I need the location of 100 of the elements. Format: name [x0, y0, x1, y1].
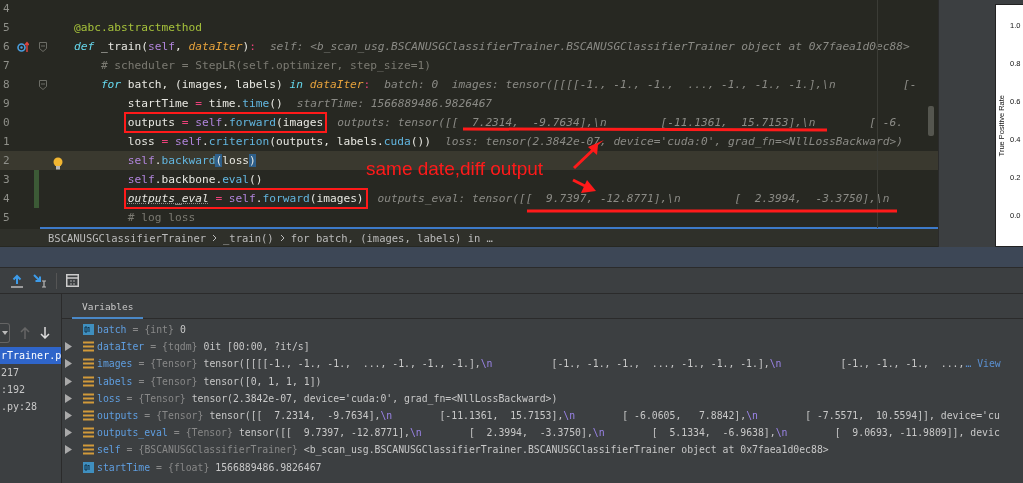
variables-tab[interactable]: Variables — [72, 301, 144, 319]
equals-sign: = — [132, 324, 139, 336]
code-text: for batch, (images, labels) in dataIter: — [100, 78, 371, 91]
code-text: self.backbone.eval() — [127, 173, 263, 186]
equals-sign: = — [126, 444, 133, 456]
variable-type: {tqdm} — [162, 341, 198, 353]
lightbulb-icon[interactable] — [53, 157, 63, 170]
code-text: # scheduler = StepLR(self.optimizer, step_size=1) — [100, 59, 431, 72]
override-icon[interactable] — [17, 40, 29, 53]
code-text: # log loss — [127, 211, 196, 224]
variable-type: {int} — [144, 324, 174, 336]
variable-value: tensor([0, 1, 1, 1]) — [203, 375, 322, 387]
breadcrumb[interactable]: _train() — [223, 231, 274, 244]
variable-type: {Tensor} — [150, 375, 198, 387]
variable-value: <b_scan_usg.BSCANUSGClassifierTrainer.BSCANUSGClassifierTrainer object at 0x7faea1d0ec88> — [303, 444, 829, 456]
down-arrow-icon[interactable] — [40, 327, 50, 339]
variable-name: startTime — [97, 461, 151, 473]
expand-arrow-icon[interactable] — [65, 376, 72, 386]
arrow — [572, 178, 596, 193]
run-to-cursor-icon[interactable] — [33, 273, 47, 288]
scrollbar[interactable] — [928, 106, 934, 136]
code-text: loss = self.criterion(outputs, labels.cuda()) — [127, 135, 431, 148]
equals-sign: = — [173, 427, 180, 439]
line-number: 6 — [2, 40, 11, 53]
inline-debug-value: outputs_eval: tensor([[ 9.7397, -12.8771],\n [ 2.3994, -3.3750],\n — [377, 192, 890, 205]
expand-arrow-icon[interactable] — [65, 342, 72, 352]
stack-frame[interactable]: 217 — [0, 364, 61, 381]
stack-frame[interactable]: :192 — [0, 381, 61, 398]
variable-value: tensor([[[[-1., -1., -1., ..., -1., -1., -1.],\n [-1., -1., -1., ..., -1., -1., -1.],\n [-1., -1., -1., ..., — [203, 358, 965, 370]
number-icon — [83, 461, 94, 473]
code-text: @abc.abstractmethod — [73, 21, 202, 34]
variable-type: {Tensor} — [185, 427, 233, 439]
variable-type: {Tensor} — [156, 410, 204, 422]
line-number: 5 — [2, 211, 11, 224]
expand-arrow-icon[interactable] — [65, 445, 72, 455]
line-number: 5 — [2, 21, 11, 34]
stack-icon — [83, 341, 94, 353]
equals-sign: = — [156, 461, 162, 473]
code-text: self.backward(loss) — [127, 154, 256, 167]
line-number: 1 — [2, 135, 11, 148]
thread-dropdown[interactable] — [0, 323, 10, 343]
breadcrumb[interactable]: BSCANUSGClassifierTrainer — [48, 231, 207, 244]
equals-sign: = — [138, 358, 145, 370]
code-text: startTime = time.time() — [127, 97, 283, 110]
variable-name: dataIter — [97, 341, 145, 353]
breadcrumb[interactable]: for batch, (images, labels) in … — [290, 231, 493, 244]
line-number: 4 — [2, 2, 11, 15]
expand-arrow-icon[interactable] — [65, 428, 72, 438]
fold-icon[interactable] — [39, 41, 47, 52]
line-number: 4 — [2, 192, 11, 205]
line-number: 8 — [2, 78, 11, 91]
line-number: 9 — [2, 97, 11, 110]
variable-name: images — [97, 358, 133, 370]
variable-name: self — [97, 444, 121, 456]
variable-type: {Tensor} — [150, 358, 198, 370]
inline-debug-value: self: <b_scan_usg.BSCANUSGClassifierTrainer.BSCANUSGClassifierTrainer object at 0x7faea1d0ec88> — [269, 40, 910, 53]
annotation-text: same date,diff output — [366, 158, 544, 180]
stack-icon — [83, 392, 94, 404]
line-number: 2 — [2, 154, 11, 167]
expand-arrow-icon[interactable] — [65, 411, 72, 421]
line-number: 7 — [2, 59, 11, 72]
dropdown-arrow-icon — [1, 331, 8, 335]
expand-arrow-icon[interactable] — [65, 393, 72, 403]
inline-debug-value: outputs: tensor([[ 7.2314, -9.7634],\n [-11.1361, 15.7153],\n [ -6. — [337, 116, 903, 129]
fold-icon[interactable] — [39, 79, 47, 90]
number-icon — [83, 324, 94, 336]
code-text: def _train(self, dataIter): — [73, 40, 256, 53]
variable-name: labels — [97, 375, 133, 387]
calculator-icon[interactable] — [66, 274, 79, 287]
stack-icon — [83, 410, 94, 422]
variable-value: 0 — [179, 324, 186, 336]
inline-debug-value: loss: tensor(2.3842e-07, device='cuda:0', grad_fn=<NllLossBackward>) — [445, 135, 903, 148]
stack-frame[interactable]: .py:28 — [0, 398, 61, 415]
step-out-icon[interactable] — [10, 273, 24, 288]
inline-debug-value: batch: 0 images: tensor([[[[-1., -1., -1., ..., -1., -1., -1.],\n [- — [384, 78, 917, 91]
equals-sign: = — [138, 375, 145, 387]
inline-debug-value: startTime: 1566889486.9826467 — [296, 97, 493, 110]
variable-value: tensor(2.3842e-07, device='cuda:0', grad_fn=<NllLossBackward>) — [191, 392, 558, 404]
variable-name: outputs_eval — [97, 427, 168, 439]
variable-type: {float} — [168, 461, 210, 473]
chevron-icon — [279, 233, 285, 242]
stack-icon — [83, 358, 94, 370]
equals-sign: = — [144, 410, 151, 422]
variable-name: loss — [97, 392, 121, 404]
line-number: 0 — [2, 116, 11, 129]
expand-arrow-icon[interactable] — [65, 359, 72, 369]
variable-name: outputs — [97, 410, 139, 422]
stack-icon — [83, 427, 94, 439]
equals-sign: = — [126, 392, 133, 404]
variable-value: 1566889486.9826467 — [215, 461, 322, 473]
variable-type: {BSCANUSGClassifierTrainer} — [138, 444, 298, 456]
variable-value: 0it [00:00, ?it/s] — [203, 341, 310, 353]
line-number: 3 — [2, 173, 11, 186]
variable-type: {Tensor} — [138, 392, 186, 404]
stack-frame[interactable]: rTrainer.p — [0, 347, 61, 364]
stack-icon — [83, 375, 94, 387]
stack-icon — [83, 444, 94, 456]
variable-name: batch — [97, 324, 127, 336]
equals-sign: = — [150, 341, 157, 353]
chevron-icon — [212, 233, 218, 242]
